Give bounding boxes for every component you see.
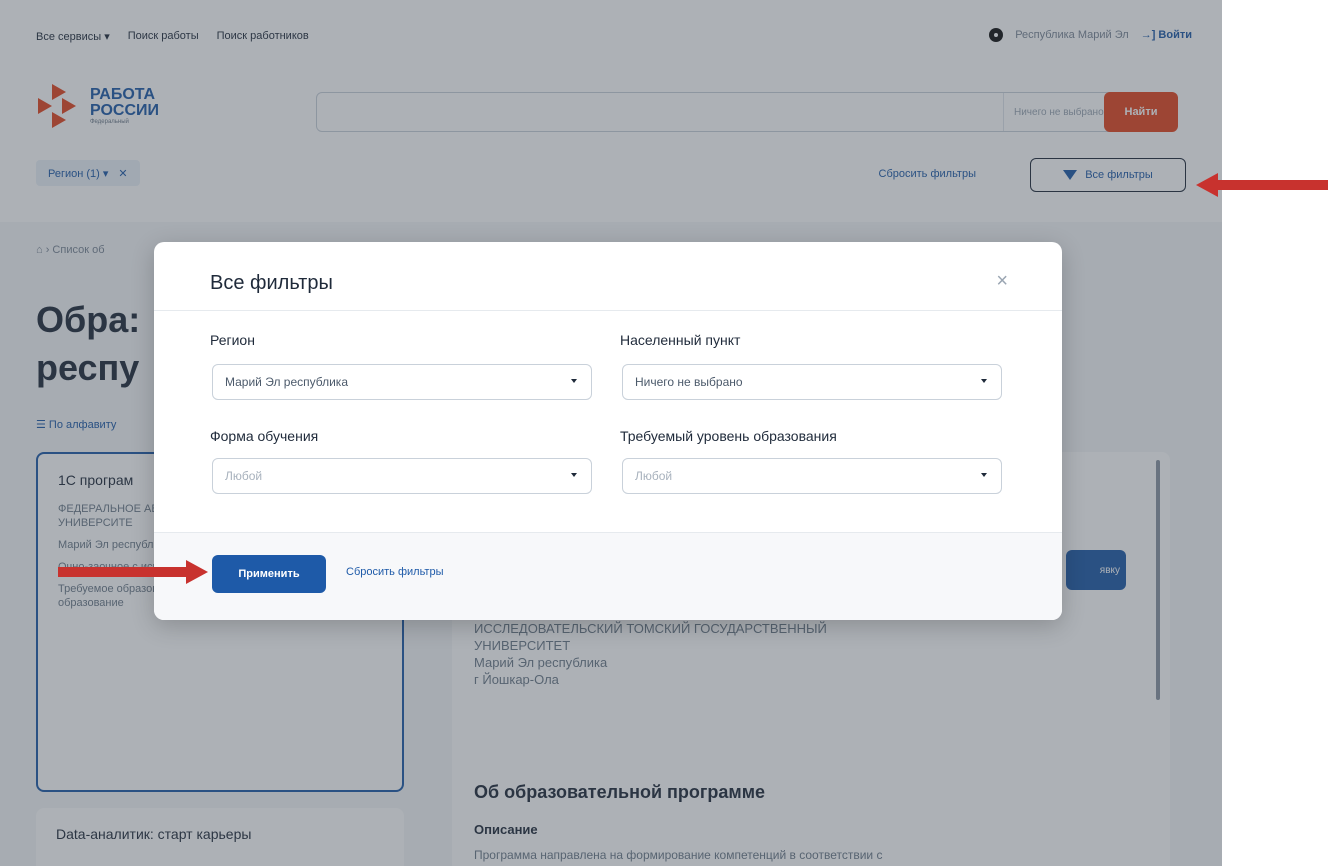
divider (154, 310, 1062, 311)
apply-button[interactable]: Применить (212, 555, 326, 593)
chevron-down-icon (571, 473, 577, 477)
study-form-select[interactable]: Любой (212, 458, 592, 494)
region-label: Регион (210, 332, 255, 348)
locality-label: Населенный пункт (620, 332, 741, 348)
study-form-label: Форма обучения (210, 428, 319, 444)
education-level-label: Требуемый уровень образования (620, 428, 837, 444)
study-form-select-value: Любой (225, 469, 263, 483)
close-icon[interactable]: × (996, 270, 1008, 293)
chevron-down-icon (571, 379, 577, 383)
all-filters-modal: Все фильтры × Регион Марий Эл республика… (154, 242, 1062, 620)
modal-title: Все фильтры (210, 272, 333, 294)
reset-filters-button[interactable]: Сбросить фильтры (346, 566, 444, 578)
arrow-shaft (58, 567, 186, 577)
region-select-value: Марий Эл республика (225, 375, 348, 389)
page-background: Все сервисы ▾ Поиск работы Поиск работни… (0, 0, 1222, 866)
chevron-down-icon (981, 473, 987, 477)
education-level-select[interactable]: Любой (622, 458, 1002, 494)
arrow-head-right-icon (186, 560, 208, 584)
arrow-head-left-icon (1196, 173, 1218, 197)
modal-footer: Применить Сбросить фильтры (154, 532, 1062, 620)
education-level-select-value: Любой (635, 469, 673, 483)
locality-select-value: Ничего не выбрано (635, 375, 743, 389)
arrow-shaft (1216, 180, 1328, 190)
locality-select[interactable]: Ничего не выбрано (622, 364, 1002, 400)
region-select[interactable]: Марий Эл республика (212, 364, 592, 400)
chevron-down-icon (981, 379, 987, 383)
